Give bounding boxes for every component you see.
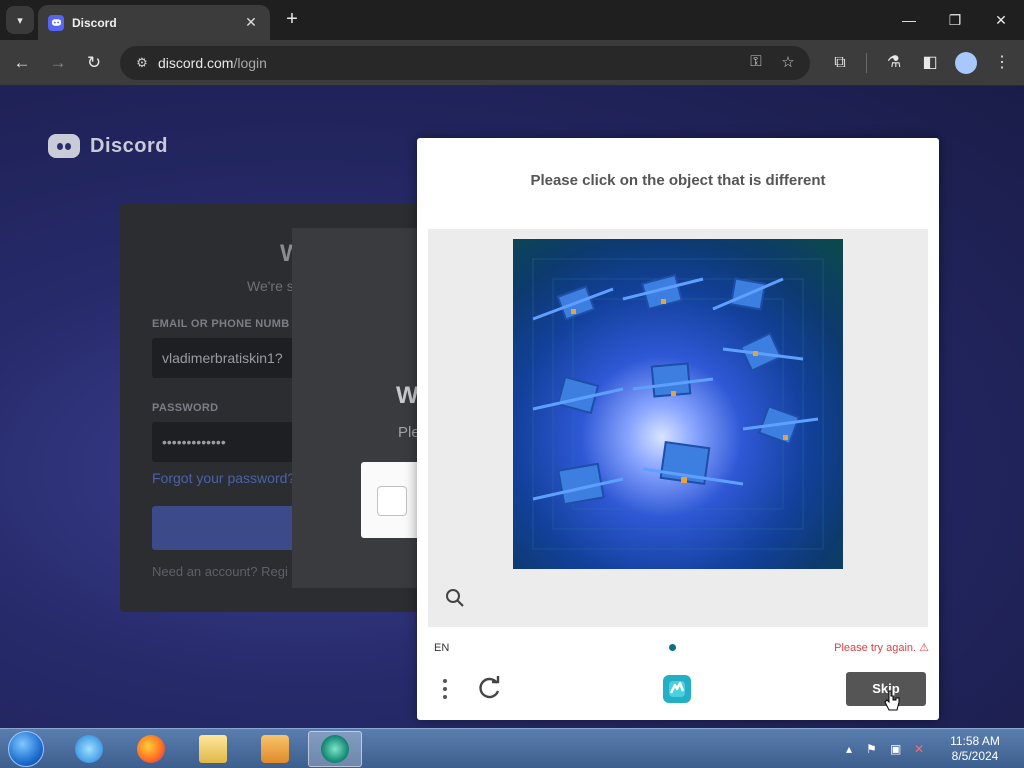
windows-taskbar: ▴ ⚑ ▣ ✕ 11:58 AM 8/5/2024 <box>0 728 1024 768</box>
labs-flask-icon[interactable]: ⚗ <box>882 51 906 75</box>
close-window-button[interactable]: ✕ <box>986 8 1016 32</box>
discord-logo-icon <box>48 134 80 158</box>
firefox-icon[interactable] <box>124 731 178 767</box>
address-bar[interactable]: ⚙ discord.com/login ⚿ ☆ <box>120 46 810 80</box>
menu-kebab-icon[interactable]: ⋮ <box>990 51 1014 75</box>
tab-close-icon[interactable]: ✕ <box>242 14 260 31</box>
show-hidden-icons[interactable]: ▴ <box>846 742 852 756</box>
restore-button[interactable]: ❐ <box>940 8 970 32</box>
language-selector[interactable]: EN <box>434 642 449 654</box>
new-tab-button[interactable]: + <box>280 8 304 32</box>
discord-logo: Discord <box>48 134 168 158</box>
captcha-image[interactable] <box>513 239 843 569</box>
bookmark-star-icon[interactable]: ☆ <box>778 53 798 73</box>
back-button[interactable]: ← <box>10 51 34 75</box>
tab-search-button[interactable]: ▾ <box>6 6 34 34</box>
clock-date: 8/5/2024 <box>951 749 999 763</box>
refresh-challenge-icon[interactable] <box>477 675 503 701</box>
hcaptcha-logo-icon <box>663 675 691 703</box>
captcha-prompt: Please click on the object that is diffe… <box>530 172 826 189</box>
discord-brand-text: Discord <box>90 134 168 157</box>
action-center-flag-icon[interactable]: ⚑ <box>866 742 877 756</box>
browser-tabstrip: ▾ Discord ✕ + — ❐ ✕ <box>0 0 1024 40</box>
clock-time: 11:58 AM <box>950 734 1000 748</box>
welcome-subtitle: We're s <box>247 278 294 294</box>
captcha-checkbox[interactable] <box>377 486 407 516</box>
profile-avatar-icon[interactable] <box>955 52 977 74</box>
volume-muted-icon[interactable]: ✕ <box>914 742 924 756</box>
browser-taskbar-icon[interactable] <box>308 731 362 767</box>
url-text: discord.com/login <box>158 55 267 71</box>
register-link[interactable]: Need an account? Regi <box>152 564 288 579</box>
side-panel-icon[interactable]: ◧ <box>918 51 942 75</box>
email-label: EMAIL OR PHONE NUMB <box>152 318 290 330</box>
zoom-search-icon[interactable] <box>444 587 466 609</box>
captcha-menu-icon[interactable] <box>437 676 453 702</box>
discord-favicon-icon <box>48 14 64 31</box>
captcha-task-area <box>428 229 928 627</box>
captcha-challenge: Please click on the object that is diffe… <box>417 138 939 720</box>
captcha-error-message: Please try again. ⚠ <box>834 642 929 654</box>
site-info-icon[interactable]: ⚙ <box>132 53 152 73</box>
url-host: discord.com <box>158 55 234 71</box>
network-icon[interactable]: ▣ <box>890 742 901 756</box>
browser-toolbar: ← → ↻ ⚙ discord.com/login ⚿ ☆ ⧉ ⚗ ◧ ⋮ <box>0 40 1024 86</box>
password-key-icon[interactable]: ⚿ <box>746 53 766 73</box>
tab-discord[interactable]: Discord ✕ <box>38 5 270 40</box>
extensions-icon[interactable]: ⧉ <box>828 51 852 75</box>
reload-button[interactable]: ↻ <box>82 51 106 75</box>
start-button-icon[interactable] <box>8 731 44 767</box>
system-clock[interactable]: 11:58 AM 8/5/2024 <box>940 734 1010 764</box>
media-player-icon[interactable] <box>248 731 302 767</box>
url-path: /login <box>233 55 267 71</box>
toolbar-separator <box>866 53 867 73</box>
tab-title: Discord <box>72 15 117 30</box>
internet-explorer-icon[interactable] <box>62 731 116 767</box>
captcha-image-objects <box>532 258 824 550</box>
hand-cursor-icon <box>884 690 900 711</box>
password-label: PASSWORD <box>152 402 219 414</box>
verify-title: W <box>396 382 419 409</box>
forgot-password-link[interactable]: Forgot your password? <box>152 470 295 486</box>
forward-button[interactable]: → <box>46 51 70 75</box>
file-explorer-icon[interactable] <box>186 731 240 767</box>
challenge-progress-dot <box>669 644 676 651</box>
minimize-button[interactable]: — <box>894 8 924 32</box>
